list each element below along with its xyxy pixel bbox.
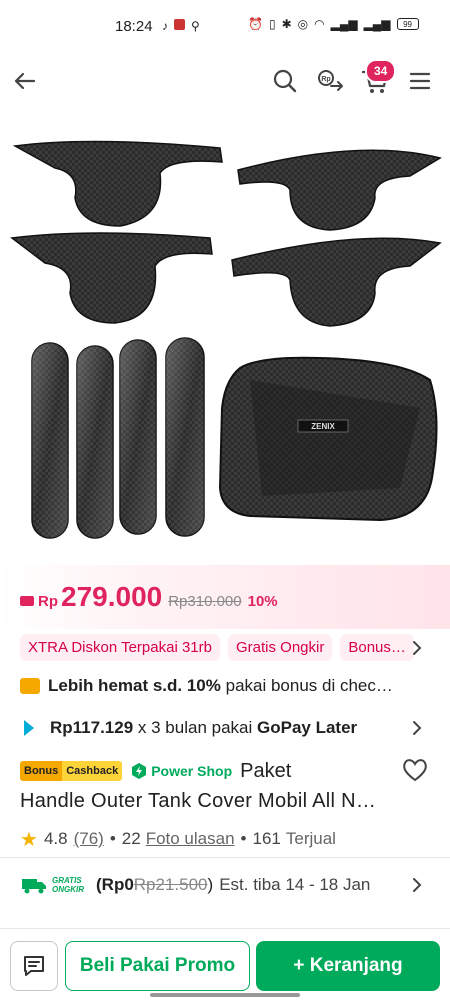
bluetooth-icon: ✱ [281,17,292,31]
status-notification-icons: ♪ ⚲ [162,19,200,33]
status-time: 18:24 [115,18,153,35]
buy-with-promo-button[interactable]: Beli Pakai Promo [65,941,250,991]
bullet: • [109,829,116,848]
signal-2-icon: ▂▄▆ [363,17,391,31]
bonus-savings-row[interactable]: Lebih hemat s.d. 10% pakai bonus di chec… [20,674,430,698]
bottom-action-bar: Beli Pakai Promo + Keranjang [0,928,450,1000]
back-arrow-icon[interactable] [10,66,40,96]
menu-icon[interactable] [405,66,435,96]
top-app-bar: Rp 34 [0,56,450,108]
title-row: Bonus Cashback Power Shop Paket [20,758,430,784]
zenix-logo: ZENIX [311,422,335,431]
photo-count: 22 [121,829,141,848]
svg-text:Rp: Rp [321,76,330,83]
discount-percent: 10% [247,593,278,610]
rating-value: 4.8 [43,829,68,848]
shipping-eta: Est. tiba 14 - 18 Jan [219,875,371,894]
bonus-cashback-badge: Bonus Cashback [20,761,123,781]
shipping-row[interactable]: GRATIS ONGKIR (Rp0 Rp21.500 ) Est. tiba … [20,872,430,898]
star-icon: ★ [20,828,38,851]
status-bar: 18:24 ♪ ⚲ ⏰ ▯ ✱ ◎ ◠ ▂▄▆ ▂▄▆ 99 [0,0,450,56]
original-price: Rp310.000 [168,593,242,610]
badge-bonus-text: Bonus [20,761,63,781]
power-shop-badge: Power Shop [130,762,232,780]
chat-icon [24,956,44,976]
data-saver-icon: ◎ [297,17,309,31]
bonus-bold-text: Lebih hemat s.d. 10% [48,676,221,695]
promo-chips: XTRA Diskon Terpakai 31rb Gratis Ongkir … [20,634,450,661]
product-image[interactable]: ZENIX [0,118,450,564]
rating-count[interactable]: (76) [74,829,104,849]
share-icon[interactable]: Rp [315,66,345,96]
alarm-icon: ⏰ [248,17,263,31]
power-shop-label: Power Shop [151,763,233,779]
sold-count: 161 [252,829,281,848]
chip-bonus[interactable]: Bonus… [340,634,414,661]
shipping-cost: (Rp0 [96,875,134,894]
divider [0,857,450,858]
price-currency: Rp [38,593,58,610]
signal-icon: ▂▄▆ [330,17,358,31]
price-tag-icon [20,596,34,606]
search-icon[interactable] [270,66,300,96]
chip-gratis-ongkir[interactable]: Gratis Ongkir [227,634,333,661]
chip-xtra-diskon[interactable]: XTRA Diskon Terpakai 31rb [20,634,220,661]
gopay-amount: Rp117.129 [50,718,134,737]
app-notification-icon [174,19,185,30]
rating-row[interactable]: ★ 4.8 (76) • 22 Foto ulasan • 161 Terjua… [20,827,430,851]
price-row: Rp 279.000 Rp310.000 10% [20,581,278,613]
photo-review-link[interactable]: Foto ulasan [146,829,235,849]
battery-level: 99 [403,19,412,29]
gopay-mid-text: x 3 bulan pakai [133,718,257,737]
power-shop-icon [132,763,147,779]
tiktok-icon: ♪ [162,19,168,33]
sold-label: Terjual [285,829,336,848]
gopay-brand: GoPay Later [257,718,358,737]
wishlist-heart-icon[interactable] [401,757,429,783]
product-title-start: Paket [240,759,292,782]
gratis-ongkir-label: GRATIS ONGKIR [52,876,84,894]
chevron-right-icon[interactable] [408,638,426,658]
chat-button[interactable] [10,941,58,991]
bullet: • [240,829,247,848]
coin-icon [20,678,40,694]
gopay-icon [24,720,34,736]
product-photo: ZENIX [10,140,442,539]
door-bowl-cover [10,140,442,327]
badge-cashback-text: Cashback [62,761,123,781]
shipping-close-paren: ) [207,875,214,894]
status-system-icons: ⏰ ▯ ✱ ◎ ◠ ▂▄▆ ▂▄▆ 99 [248,17,419,31]
wifi-icon: ◠ [314,17,325,31]
gopay-later-row[interactable]: Rp117.129 x 3 bulan pakai GoPay Later [20,716,430,740]
product-title-line2: Handle Outer Tank Cover Mobil All N… [20,790,377,812]
cart-count-badge: 34 [365,59,397,83]
vibrate-icon: ▯ [268,17,276,31]
truck-icon [22,879,46,894]
search-notification-icon: ⚲ [191,19,200,33]
add-to-cart-button[interactable]: + Keranjang [256,941,440,991]
chevron-right-icon[interactable] [408,718,426,738]
chevron-right-icon[interactable] [408,875,426,895]
bonus-rest-text: pakai bonus di chec… [220,676,393,695]
home-indicator[interactable] [150,993,300,997]
battery-icon: 99 [396,18,419,30]
shipping-old-cost: Rp21.500 [133,875,208,894]
price-banner: Rp 279.000 Rp310.000 10% [0,565,450,629]
current-price: 279.000 [61,581,163,612]
